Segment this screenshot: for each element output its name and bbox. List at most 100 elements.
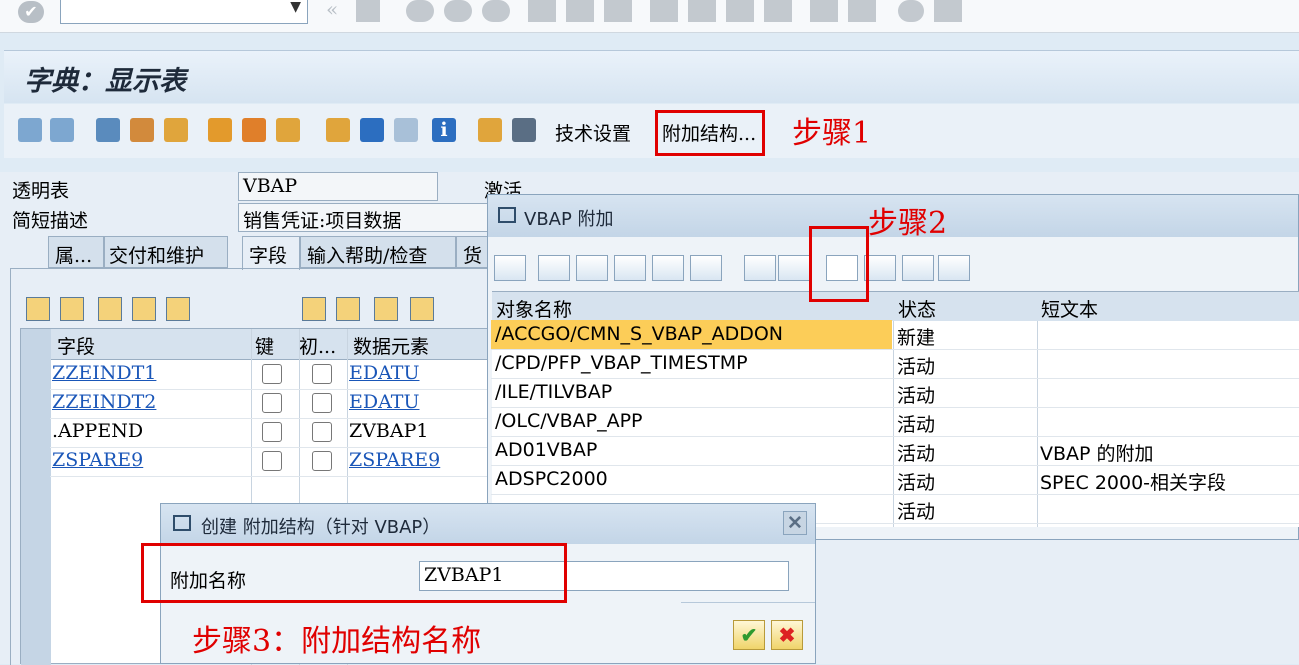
object-name[interactable]: /OLC/VBAP_APP (495, 410, 643, 432)
transparent-table-field[interactable]: VBAP (238, 172, 438, 201)
table-row[interactable]: ZZEINDT1 EDATU (50, 360, 490, 390)
table-row[interactable]: .APPEND ZVBAP1 (50, 418, 490, 448)
col-header-short-text[interactable]: 短文本 (1041, 295, 1098, 322)
data-element[interactable]: EDATU (349, 391, 419, 413)
prev-page-icon[interactable] (688, 0, 716, 22)
cancel-button[interactable]: ✖ (771, 620, 803, 650)
object-name[interactable]: /ILE/TILVBAP (495, 381, 612, 403)
command-field[interactable]: ▼ (60, 0, 308, 24)
help-icon[interactable] (898, 0, 924, 22)
find-next-icon[interactable] (652, 255, 684, 281)
check-icon[interactable] (164, 118, 188, 142)
field-name[interactable]: ZZEINDT2 (52, 391, 156, 413)
customize-layout-icon[interactable] (934, 0, 962, 22)
other-object-icon[interactable] (130, 118, 154, 142)
initial-checkbox[interactable] (312, 422, 332, 442)
key-checkbox[interactable] (262, 393, 282, 413)
chevron-left-icon[interactable]: « (326, 0, 338, 21)
where-used-icon[interactable] (276, 118, 300, 142)
table-row[interactable]: /OLC/VBAP_APP 活动 (491, 407, 1299, 437)
initial-checkbox[interactable] (312, 393, 332, 413)
stack-icon[interactable] (360, 118, 384, 142)
tech-settings-button[interactable]: 技术设置 (555, 119, 631, 146)
object-name[interactable]: /ACCGO/CMN_S_VBAP_ADDON (495, 323, 783, 345)
forward-arrow-icon[interactable] (50, 118, 74, 142)
insert-row-icon[interactable] (132, 297, 156, 321)
col-header-data-element[interactable]: 数据元素 (353, 332, 429, 359)
object-name[interactable]: /CPD/PFP_VBAP_TIMESTMP (495, 352, 748, 374)
initial-checkbox[interactable] (312, 451, 332, 471)
tab-input-help[interactable]: 输入帮助/检查 (300, 236, 456, 268)
key-checkbox[interactable] (262, 422, 282, 442)
align-top-icon[interactable] (538, 255, 570, 281)
table-row[interactable]: /CPD/PFP_VBAP_TIMESTMP 活动 (491, 349, 1299, 379)
table-row[interactable]: ADSPC2000 活动 SPEC 2000-相关字段 (491, 465, 1299, 495)
delete-icon[interactable] (902, 255, 934, 281)
refresh-icon[interactable] (938, 255, 970, 281)
tab-delivery[interactable]: 交付和维护 (104, 236, 228, 268)
cancel-icon[interactable] (482, 0, 510, 22)
last-page-icon[interactable] (764, 0, 792, 22)
columns-icon[interactable] (512, 118, 536, 142)
binoculars-icon[interactable] (614, 255, 646, 281)
field-name[interactable]: ZZEINDT1 (52, 362, 156, 384)
col-header-initial[interactable]: 初... (299, 332, 336, 359)
data-element[interactable]: ZVBAP1 (349, 420, 428, 442)
object-name[interactable]: ADSPC2000 (495, 468, 608, 490)
save-icon[interactable] (356, 0, 380, 22)
table-row[interactable]: AD01VBAP 活动 VBAP 的附加 (491, 436, 1299, 466)
tab-fields[interactable]: 字段 (242, 236, 300, 270)
field-name[interactable]: .APPEND (52, 420, 143, 442)
tab-attributes[interactable]: 属... (48, 236, 104, 268)
col-header-object-name[interactable]: 对象名称 (496, 295, 572, 322)
object-name[interactable]: AD01VBAP (495, 439, 597, 461)
enter-check-icon[interactable]: ✔ (18, 1, 44, 23)
table-row-selected[interactable]: /ACCGO/CMN_S_VBAP_ADDON 新建 (491, 320, 1299, 350)
paste-icon[interactable] (98, 297, 122, 321)
new-session-icon[interactable] (810, 0, 838, 22)
align-bottom-icon[interactable] (576, 255, 608, 281)
first-page-icon[interactable] (650, 0, 678, 22)
confirm-button[interactable]: ✔ (733, 620, 765, 650)
filter-icon[interactable] (690, 255, 722, 281)
exit-icon[interactable] (444, 0, 472, 22)
table-row[interactable]: /ILE/TILVBAP 活动 (491, 378, 1299, 408)
find-next-icon[interactable] (604, 0, 632, 22)
next-page-icon[interactable] (726, 0, 754, 22)
table-row[interactable]: ZSPARE9 ZSPARE9 (50, 447, 490, 477)
data-element[interactable]: EDATU (349, 362, 419, 384)
find-icon[interactable] (566, 0, 594, 22)
close-icon[interactable]: ✕ (783, 511, 807, 535)
print-icon[interactable] (744, 255, 776, 281)
scroll-up-icon[interactable] (410, 297, 434, 321)
select-icon[interactable] (494, 255, 526, 281)
display-change-icon[interactable] (96, 118, 120, 142)
shortcut-icon[interactable] (848, 0, 876, 22)
delete-row-icon[interactable] (166, 297, 190, 321)
field-name[interactable]: ZSPARE9 (52, 449, 143, 471)
table-row[interactable]: ZZEINDT2 EDATU (50, 389, 490, 419)
initial-checkbox[interactable] (312, 364, 332, 384)
key-checkbox[interactable] (262, 364, 282, 384)
back-icon[interactable] (406, 0, 434, 22)
key-checkbox[interactable] (262, 451, 282, 471)
sort-icon[interactable] (302, 297, 326, 321)
cut-icon[interactable] (26, 297, 50, 321)
copy-icon[interactable] (60, 297, 84, 321)
list-icon[interactable] (394, 118, 418, 142)
collapse-icon[interactable] (374, 297, 398, 321)
print-icon[interactable] (528, 0, 556, 22)
grid-icon[interactable] (478, 118, 502, 142)
data-element[interactable]: ZSPARE9 (349, 449, 440, 471)
short-desc-field[interactable]: 销售凭证:项目数据 (238, 203, 498, 232)
col-header-field[interactable]: 字段 (57, 332, 95, 359)
col-header-key[interactable]: 键 (255, 332, 274, 359)
info-icon[interactable]: i (432, 118, 456, 142)
col-header-status[interactable]: 状态 (898, 295, 936, 322)
chevron-down-icon[interactable]: ▼ (290, 0, 301, 15)
details-icon[interactable] (778, 255, 810, 281)
activate-icon[interactable] (208, 118, 232, 142)
expand-icon[interactable] (336, 297, 360, 321)
hierarchy-icon[interactable] (326, 118, 350, 142)
wand-icon[interactable] (242, 118, 266, 142)
